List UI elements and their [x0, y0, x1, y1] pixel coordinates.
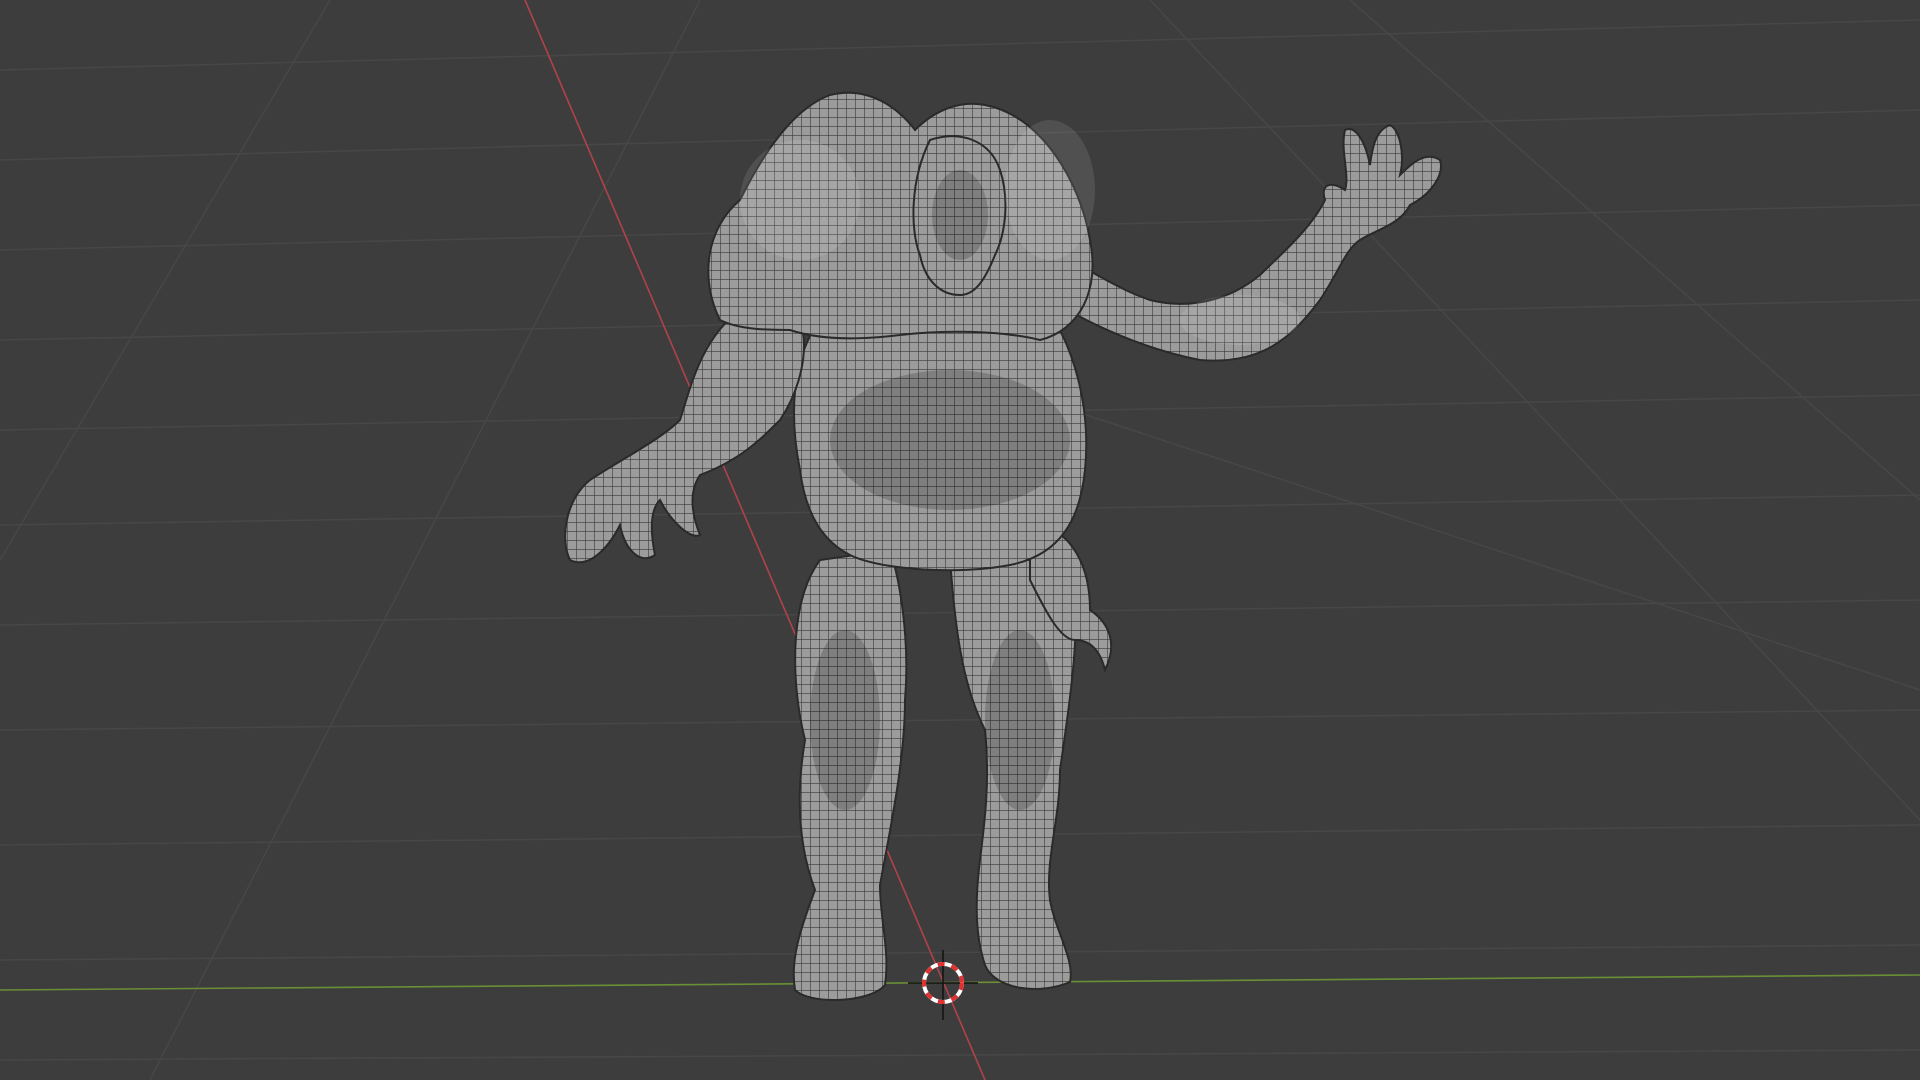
3d-cursor-icon[interactable] [908, 950, 978, 1020]
sculpted-creature-mesh[interactable] [564, 91, 1442, 1002]
3d-viewport[interactable] [0, 0, 1920, 1080]
viewport-canvas[interactable] [0, 0, 1920, 1080]
